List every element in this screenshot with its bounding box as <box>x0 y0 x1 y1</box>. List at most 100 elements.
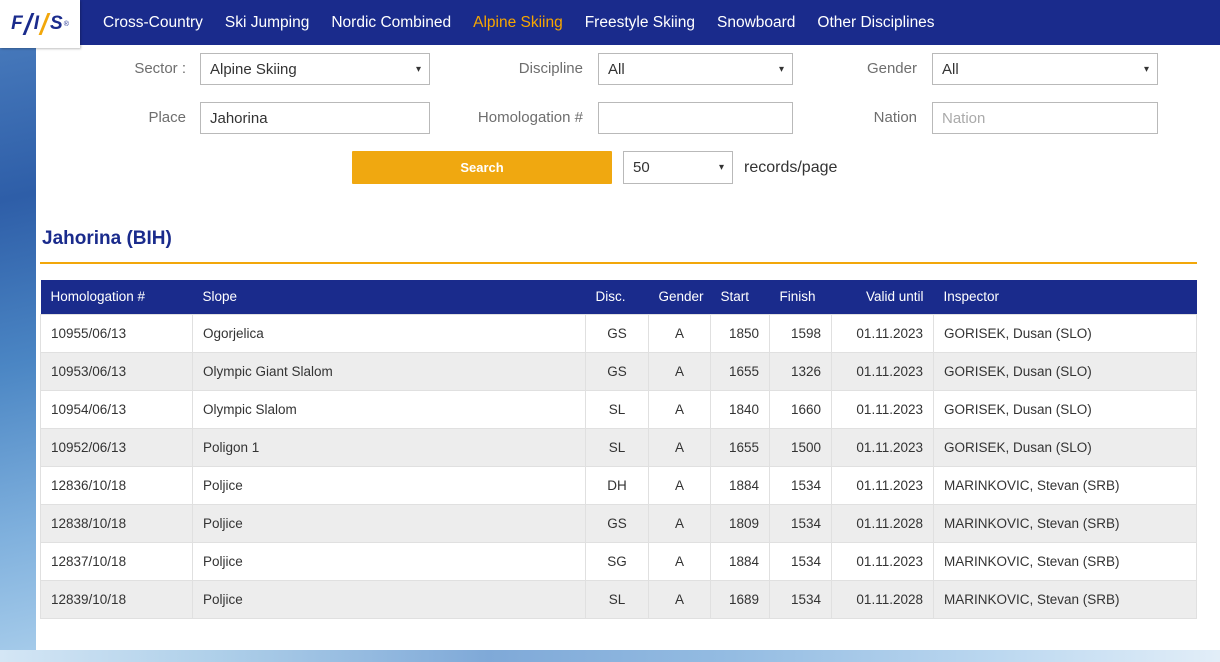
cell-disc: GS <box>586 504 649 542</box>
cell-slope: Poligon 1 <box>193 428 586 466</box>
place-input[interactable] <box>200 102 430 134</box>
gender-select-value: All <box>942 61 959 78</box>
cell-inspector: GORISEK, Dusan (SLO) <box>934 352 1197 390</box>
nav-item-freestyle-skiing[interactable]: Freestyle Skiing <box>574 14 706 32</box>
cell-gender: A <box>649 314 711 352</box>
cell-valid-until: 01.11.2023 <box>832 542 934 580</box>
cell-finish: 1598 <box>770 314 832 352</box>
column-header-finish: Finish <box>770 280 832 314</box>
cell-homologation: 10955/06/13 <box>41 314 193 352</box>
cell-inspector: MARINKOVIC, Stevan (SRB) <box>934 504 1197 542</box>
top-navigation: Cross-Country Ski Jumping Nordic Combine… <box>0 0 1220 45</box>
results-heading: Jahorina (BIH) <box>40 228 1197 264</box>
cell-finish: 1534 <box>770 466 832 504</box>
cell-start: 1809 <box>711 504 770 542</box>
cell-slope: Olympic Giant Slalom <box>193 352 586 390</box>
cell-disc: SL <box>586 580 649 618</box>
table-row: 10955/06/13 Ogorjelica GS A 1850 1598 01… <box>41 314 1197 352</box>
search-button[interactable]: Search <box>352 151 612 184</box>
cell-finish: 1660 <box>770 390 832 428</box>
cell-start: 1850 <box>711 314 770 352</box>
sector-label: Sector : <box>36 53 186 85</box>
discipline-select[interactable]: All ▾ <box>598 53 793 85</box>
records-per-page-select[interactable]: 50 ▾ <box>623 151 733 184</box>
cell-gender: A <box>649 352 711 390</box>
nav-item-snowboard[interactable]: Snowboard <box>706 14 806 32</box>
table-row: 10952/06/13 Poligon 1 SL A 1655 1500 01.… <box>41 428 1197 466</box>
cell-gender: A <box>649 580 711 618</box>
cell-inspector: GORISEK, Dusan (SLO) <box>934 314 1197 352</box>
cell-start: 1884 <box>711 542 770 580</box>
cell-valid-until: 01.11.2023 <box>832 466 934 504</box>
cell-start: 1689 <box>711 580 770 618</box>
fis-logo-slash-icon <box>22 13 34 35</box>
cell-valid-until: 01.11.2028 <box>832 504 934 542</box>
cell-disc: GS <box>586 314 649 352</box>
results-table: Homologation # Slope Disc. Gender Start … <box>40 280 1197 619</box>
cell-homologation: 10953/06/13 <box>41 352 193 390</box>
cell-gender: A <box>649 428 711 466</box>
main-content: Sector : Alpine Skiing ▾ Discipline All … <box>36 45 1220 650</box>
column-header-valid-until: Valid until <box>832 280 934 314</box>
nation-input[interactable] <box>932 102 1158 134</box>
cell-inspector: GORISEK, Dusan (SLO) <box>934 428 1197 466</box>
cell-slope: Poljice <box>193 580 586 618</box>
homologation-label: Homologation # <box>433 102 583 134</box>
records-per-page-label: records/page <box>744 151 837 184</box>
discipline-label: Discipline <box>433 53 583 85</box>
table-row: 12839/10/18 Poljice SL A 1689 1534 01.11… <box>41 580 1197 618</box>
cell-gender: A <box>649 504 711 542</box>
cell-finish: 1534 <box>770 580 832 618</box>
cell-inspector: MARINKOVIC, Stevan (SRB) <box>934 466 1197 504</box>
cell-finish: 1500 <box>770 428 832 466</box>
cell-homologation: 12837/10/18 <box>41 542 193 580</box>
cell-homologation: 12836/10/18 <box>41 466 193 504</box>
table-row: 12838/10/18 Poljice GS A 1809 1534 01.11… <box>41 504 1197 542</box>
chevron-down-icon: ▾ <box>1144 64 1149 75</box>
fis-logo-letter-i: I <box>34 13 39 35</box>
cell-slope: Ogorjelica <box>193 314 586 352</box>
fis-logo-letter-f: F <box>11 13 23 35</box>
nav-item-other-disciplines[interactable]: Other Disciplines <box>806 14 945 32</box>
cell-homologation: 10952/06/13 <box>41 428 193 466</box>
gender-select[interactable]: All ▾ <box>932 53 1158 85</box>
cell-start: 1840 <box>711 390 770 428</box>
homologation-input[interactable] <box>598 102 793 134</box>
cell-slope: Poljice <box>193 504 586 542</box>
fis-logo[interactable]: F I S ® <box>0 0 80 48</box>
cell-valid-until: 01.11.2023 <box>832 314 934 352</box>
table-header-row: Homologation # Slope Disc. Gender Start … <box>41 280 1197 314</box>
discipline-select-value: All <box>608 61 625 78</box>
nav-item-nordic-combined[interactable]: Nordic Combined <box>320 14 462 32</box>
desktop-background-left <box>0 0 36 662</box>
nav-item-cross-country[interactable]: Cross-Country <box>92 14 214 32</box>
column-header-homologation: Homologation # <box>41 280 193 314</box>
fis-logo-letter-s: S <box>50 13 63 35</box>
cell-inspector: GORISEK, Dusan (SLO) <box>934 390 1197 428</box>
nav-item-ski-jumping[interactable]: Ski Jumping <box>214 14 320 32</box>
cell-disc: GS <box>586 352 649 390</box>
nav-item-alpine-skiing[interactable]: Alpine Skiing <box>462 14 574 32</box>
cell-valid-until: 01.11.2028 <box>832 580 934 618</box>
sector-select[interactable]: Alpine Skiing ▾ <box>200 53 430 85</box>
fis-logo-slash-gold-icon <box>39 13 51 35</box>
cell-finish: 1326 <box>770 352 832 390</box>
table-row: 12836/10/18 Poljice DH A 1884 1534 01.11… <box>41 466 1197 504</box>
cell-gender: A <box>649 466 711 504</box>
cell-homologation: 12839/10/18 <box>41 580 193 618</box>
chevron-down-icon: ▾ <box>719 162 724 173</box>
cell-disc: DH <box>586 466 649 504</box>
column-header-disc: Disc. <box>586 280 649 314</box>
table-row: 10953/06/13 Olympic Giant Slalom GS A 16… <box>41 352 1197 390</box>
cell-gender: A <box>649 542 711 580</box>
records-per-page-value: 50 <box>633 159 650 176</box>
cell-inspector: MARINKOVIC, Stevan (SRB) <box>934 580 1197 618</box>
cell-valid-until: 01.11.2023 <box>832 390 934 428</box>
cell-valid-until: 01.11.2023 <box>832 352 934 390</box>
sector-select-value: Alpine Skiing <box>210 61 297 78</box>
table-row: 10954/06/13 Olympic Slalom SL A 1840 166… <box>41 390 1197 428</box>
cell-start: 1655 <box>711 428 770 466</box>
cell-inspector: MARINKOVIC, Stevan (SRB) <box>934 542 1197 580</box>
table-row: 12837/10/18 Poljice SG A 1884 1534 01.11… <box>41 542 1197 580</box>
gender-label: Gender <box>767 53 917 85</box>
